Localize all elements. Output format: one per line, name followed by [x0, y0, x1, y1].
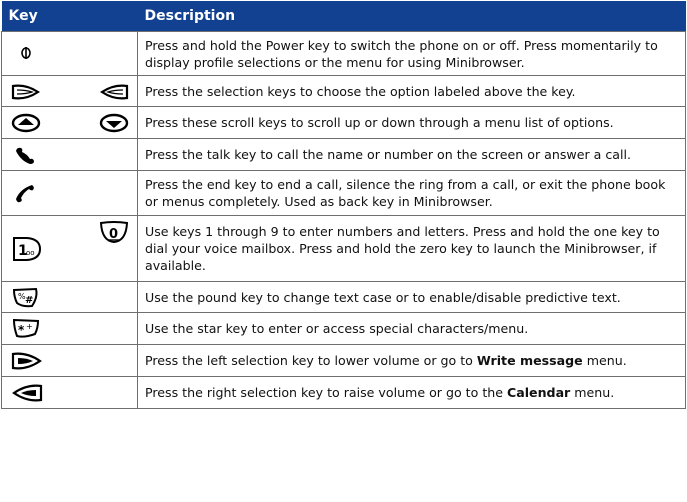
- end-key-icon: [14, 182, 36, 204]
- description-cell: Press the talk key to call the name or n…: [137, 138, 686, 171]
- table-row: Press these scroll keys to scroll up or …: [1, 106, 686, 139]
- description-cell: Press the end key to end a call, silence…: [137, 170, 686, 216]
- table-row: Press the talk key to call the name or n…: [1, 138, 686, 171]
- zero-key-icon: 0: [99, 220, 129, 244]
- description-cell: Press the right selection key to raise v…: [137, 376, 686, 409]
- table-row: Press the selection keys to choose the o…: [1, 75, 686, 107]
- description-column-header: Description: [137, 1, 686, 32]
- key-cell: [1, 106, 138, 139]
- key-cell: [1, 170, 138, 216]
- right-selection-key-icon: [11, 383, 43, 403]
- description-cell: Press these scroll keys to scroll up or …: [137, 106, 686, 139]
- key-cell: % #: [1, 281, 138, 313]
- key-cell: [1, 376, 138, 409]
- table-row: % # Use the pound key to change text case…: [1, 281, 686, 313]
- pound-key-icon: % #: [12, 287, 40, 309]
- table-row: Press and hold the Power key to switch t…: [1, 31, 686, 76]
- description-cell: Press the left selection key to lower vo…: [137, 344, 686, 377]
- description-cell: Use keys 1 through 9 to enter numbers an…: [137, 215, 686, 282]
- key-cell: [1, 344, 138, 377]
- key-cell: [1, 31, 138, 76]
- right-selection-key-icon: [99, 83, 129, 101]
- description-cell: Press and hold the Power key to switch t…: [137, 31, 686, 76]
- scroll-up-key-icon: [11, 113, 41, 133]
- table-row: Press the right selection key to raise v…: [1, 376, 686, 409]
- key-cell: [1, 75, 138, 107]
- svg-text:#: #: [25, 295, 33, 306]
- table-row: 1 oo 0 Use keys 1 through 9 to enter numb…: [1, 215, 686, 282]
- description-cell: Press the selection keys to choose the o…: [137, 75, 686, 107]
- scroll-down-key-icon: [99, 113, 129, 133]
- svg-text:oo: oo: [26, 249, 35, 257]
- table-header-row: Key Description: [1, 1, 686, 32]
- talk-key-icon: [14, 145, 36, 165]
- svg-text:*: *: [18, 323, 25, 337]
- table-row: Press the left selection key to lower vo…: [1, 344, 686, 377]
- table-row: Press the end key to end a call, silence…: [1, 170, 686, 216]
- one-key-icon: 1 oo: [11, 236, 43, 262]
- description-cell: Use the pound key to change text case or…: [137, 281, 686, 313]
- left-selection-key-icon: [11, 83, 41, 101]
- key-description-table: Key Description Press and hold the Power…: [1, 1, 686, 409]
- key-cell: [1, 138, 138, 171]
- power-key-icon: [19, 46, 33, 60]
- table-row: * + Use the star key to enter or access s…: [1, 312, 686, 345]
- description-cell: Use the star key to enter or access spec…: [137, 312, 686, 345]
- key-cell: 1 oo 0: [1, 215, 138, 282]
- key-column-header: Key: [1, 1, 138, 32]
- svg-text:+: +: [26, 322, 33, 331]
- star-key-icon: * +: [12, 318, 40, 340]
- left-selection-key-icon: [11, 351, 43, 371]
- key-cell: * +: [1, 312, 138, 345]
